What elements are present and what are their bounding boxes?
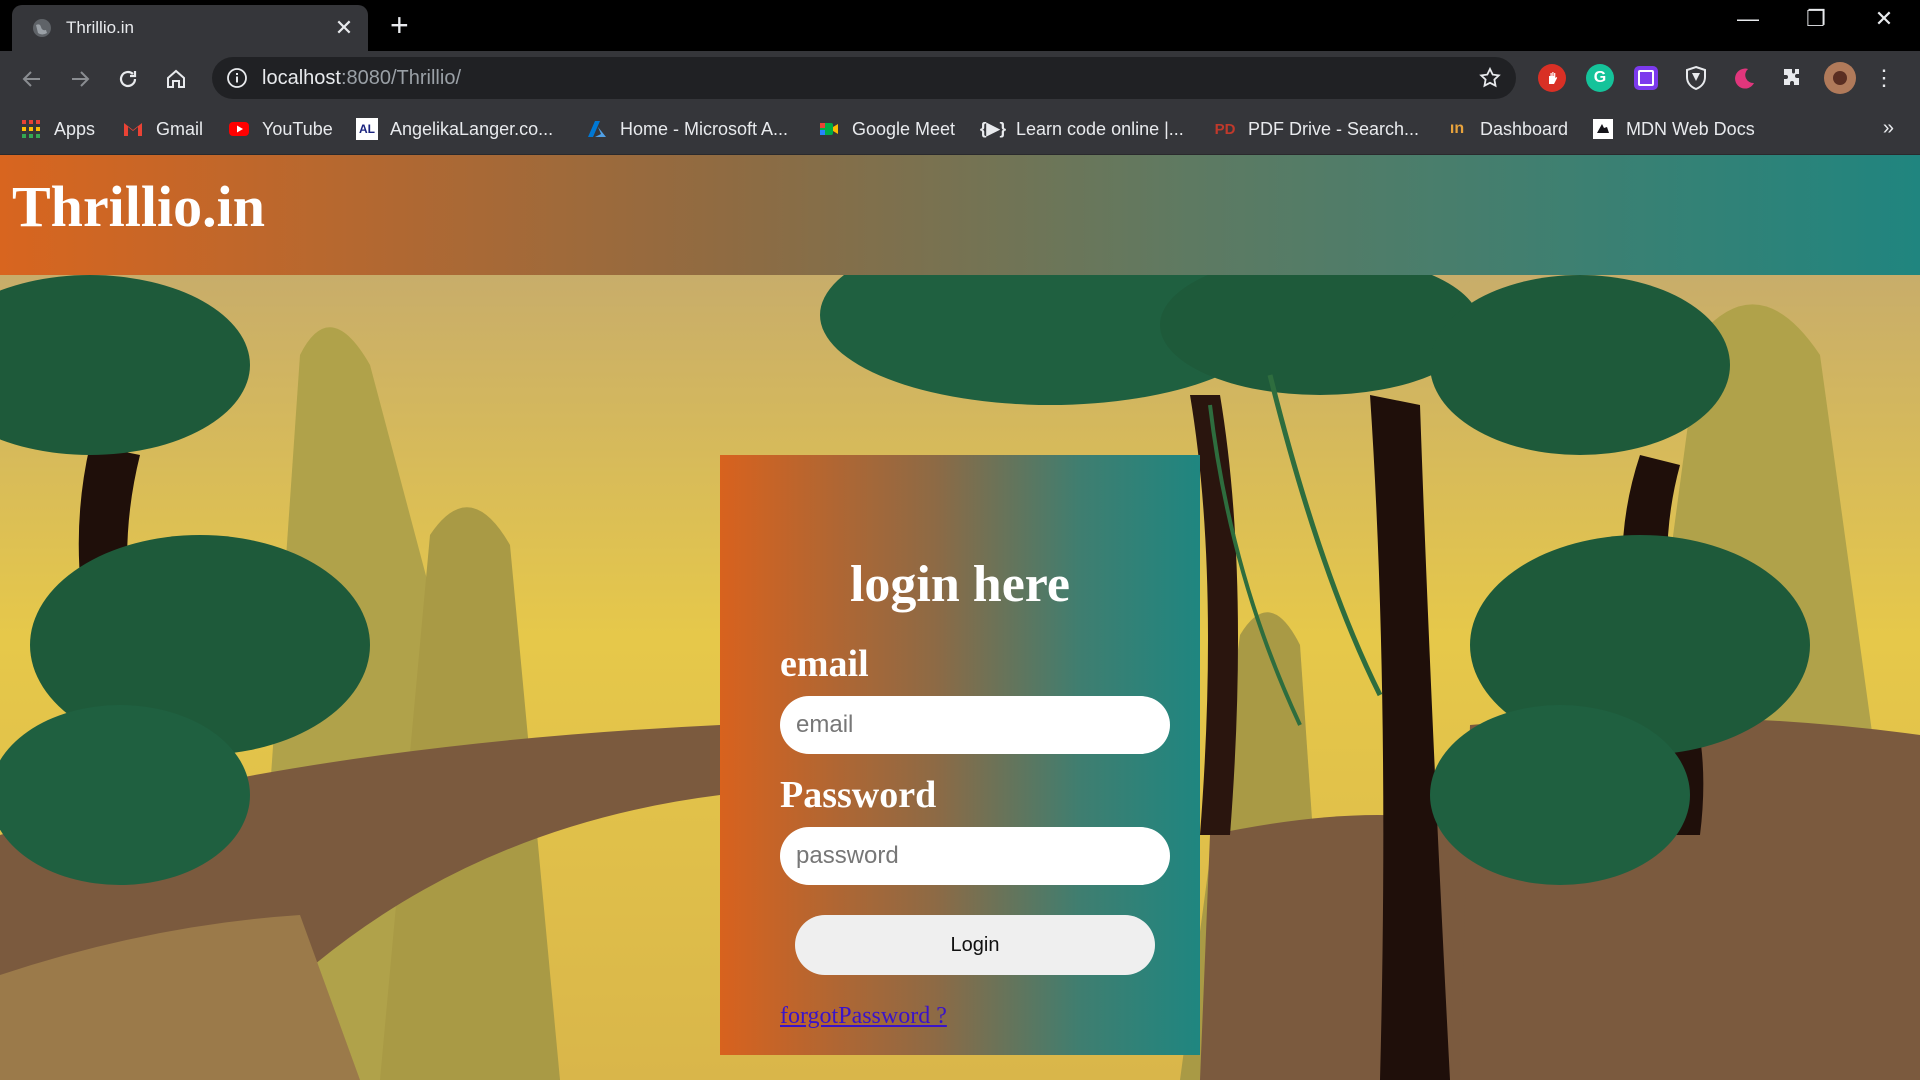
bookmark-microsoft-azure[interactable]: Home - Microsoft A... <box>586 115 788 143</box>
profile-avatar[interactable] <box>1824 62 1856 94</box>
globe-icon <box>33 19 51 37</box>
gmail-icon <box>124 123 142 136</box>
apps-grid-icon <box>22 120 40 138</box>
dashboard-icon: ın <box>1449 120 1465 137</box>
bookmark-apps[interactable]: Apps <box>20 115 95 143</box>
bookmark-google-meet[interactable]: Google Meet <box>818 115 955 143</box>
address-bar[interactable]: localhost:8080/Thrillio/ <box>212 57 1516 99</box>
bookmark-label: AngelikaLanger.co... <box>390 118 554 139</box>
web-page: Thrillio.in login here email email Passw… <box>0 155 1920 1080</box>
codecademy-icon: {▶} <box>979 119 1007 138</box>
bookmark-codecademy[interactable]: {▶} Learn code online |... <box>979 115 1184 143</box>
tab-close-icon[interactable]: ✕ <box>328 15 360 41</box>
bookmark-label: MDN Web Docs <box>1626 118 1755 139</box>
email-label: email <box>780 643 869 685</box>
bookmark-label: YouTube <box>262 118 333 139</box>
url-path: :8080/Thrillio/ <box>340 66 461 89</box>
close-window-icon[interactable]: ✕ <box>1860 6 1908 32</box>
forgot-password-link[interactable]: forgotPassword ? <box>780 1003 947 1030</box>
bookmark-label: Home - Microsoft A... <box>620 118 789 139</box>
active-tab[interactable]: Thrillio.in ✕ <box>12 5 368 51</box>
bookmark-label: Google Meet <box>852 118 956 139</box>
home-icon[interactable] <box>160 63 192 95</box>
bookmark-star-icon[interactable] <box>1478 66 1502 90</box>
login-heading: login here <box>849 556 1071 613</box>
new-tab-icon[interactable]: + <box>390 8 409 42</box>
purple-extension-icon[interactable] <box>1634 66 1658 90</box>
url-host: localhost <box>262 66 341 89</box>
bookmark-dashboard[interactable]: ın Dashboard <box>1446 115 1568 143</box>
password-field[interactable] <box>780 827 1170 885</box>
bookmark-label: Gmail <box>156 118 204 139</box>
mdn-icon <box>1593 119 1613 139</box>
bookmark-mdn[interactable]: MDN Web Docs <box>1592 115 1755 143</box>
email-field[interactable] <box>780 696 1170 754</box>
youtube-icon <box>229 122 249 136</box>
bookmark-pdf-drive[interactable]: PD PDF Drive - Search... <box>1214 115 1419 143</box>
shield-extension-icon[interactable] <box>1682 64 1710 92</box>
bookmark-label: PDF Drive - Search... <box>1248 118 1420 139</box>
bookmark-youtube[interactable]: YouTube <box>228 115 333 143</box>
login-form: login here email Password Login forgotPa… <box>720 455 1200 1055</box>
moon-extension-icon[interactable] <box>1730 64 1758 92</box>
restore-icon[interactable]: ❐ <box>1792 6 1840 32</box>
tab-strip: Thrillio.in ✕ + — ❐ ✕ <box>0 0 1920 51</box>
login-button[interactable]: Login <box>795 915 1155 975</box>
minimize-icon[interactable]: — <box>1724 6 1772 32</box>
menu-kebab-icon[interactable]: ⋮ <box>1870 64 1898 92</box>
bookmark-angelikalanger[interactable]: AL AngelikaLanger.co... <box>356 115 553 143</box>
bookmarks-overflow-icon[interactable]: » <box>1883 117 1894 140</box>
google-meet-icon <box>820 123 838 135</box>
password-label: Password <box>780 774 937 816</box>
tab-title: Thrillio.in <box>66 18 135 37</box>
reload-icon[interactable] <box>112 63 144 95</box>
site-title: Thrillio.in <box>12 174 266 239</box>
site-info-icon[interactable] <box>226 67 248 89</box>
bookmark-label: Learn code online |... <box>1016 118 1184 139</box>
azure-icon <box>588 121 606 137</box>
pdfdrive-icon: PD <box>1214 120 1236 138</box>
bookmark-gmail[interactable]: Gmail <box>122 115 203 143</box>
bookmark-label: Dashboard <box>1480 118 1569 139</box>
site-header: Thrillio.in <box>0 155 1920 275</box>
angelikalanger-icon: AL <box>356 118 378 140</box>
bookmarks-bar: Apps Gmail YouTube AL AngelikaLanger.co.… <box>0 105 1920 155</box>
forward-icon[interactable] <box>64 63 96 95</box>
browser-toolbar: localhost:8080/Thrillio/ G ⋮ <box>0 51 1920 105</box>
bookmark-label: Apps <box>54 118 96 139</box>
back-icon[interactable] <box>16 63 48 95</box>
grammarly-extension-icon[interactable]: G <box>1586 64 1614 92</box>
extensions-puzzle-icon[interactable] <box>1778 64 1806 92</box>
adblock-extension-icon[interactable] <box>1538 64 1566 92</box>
